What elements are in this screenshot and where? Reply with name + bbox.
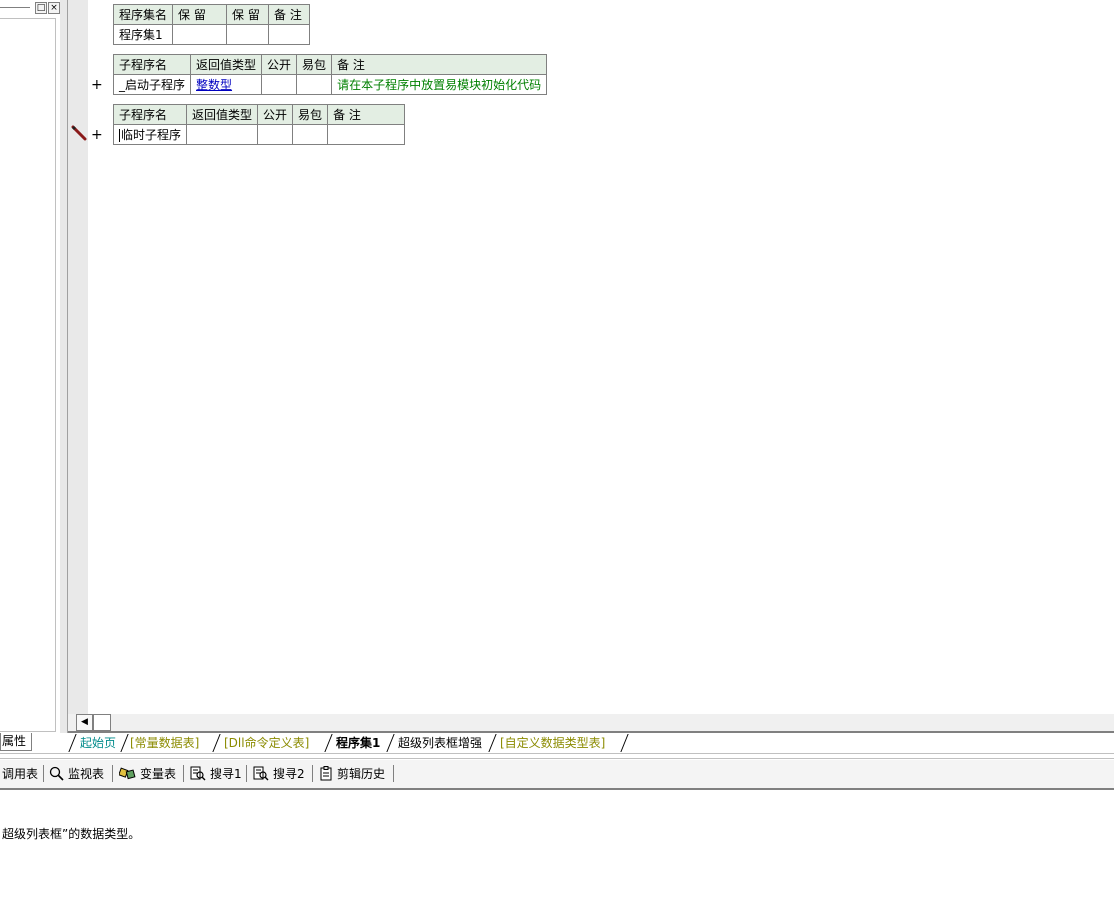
toolbar-label: 调用表 (2, 767, 39, 781)
call-table-button[interactable]: 调用表 (2, 765, 38, 783)
edit-pencil-icon (71, 125, 87, 141)
subroutine-table-2: 子程序名 返回值类型 公开 易包 备 注 临时子程序 (112, 104, 406, 145)
divider (0, 788, 1114, 790)
clip-history-button[interactable]: 剪辑历史 (320, 765, 385, 783)
toolbar-label: 搜寻2 (273, 767, 305, 781)
expand-icon[interactable]: + (91, 78, 103, 92)
reserved-cell[interactable] (226, 24, 270, 45)
search-doc-icon (253, 766, 269, 781)
horizontal-scrollbar[interactable] (68, 714, 1114, 731)
variables-icon (119, 767, 136, 780)
toolbar-separator (112, 765, 113, 782)
search2-button[interactable]: 搜寻2 (253, 765, 305, 783)
program-set-table: 程序集名 保 留 保 留 备 注 程序集1 (112, 4, 311, 45)
variable-table-button[interactable]: 变量表 (119, 765, 176, 783)
left-panel-list[interactable] (0, 18, 56, 732)
header-cell: 备 注 (327, 104, 406, 125)
header-cell: 返回值类型 (190, 54, 263, 75)
header-cell: 子程序名 (112, 54, 192, 75)
return-type-cell[interactable]: 整数型 (190, 74, 263, 95)
header-cell: 公开 (257, 104, 294, 125)
header-cell: 备 注 (331, 54, 548, 75)
toolbar-label: 剪辑历史 (337, 767, 386, 781)
header-cell: 易包 (292, 104, 329, 125)
tab-dll-commands[interactable]: [Dll命令定义表] (224, 735, 309, 751)
tab-custom-types[interactable]: [自定义数据类型表] (500, 735, 605, 751)
toolbar-label: 监视表 (68, 767, 105, 781)
restore-window-button[interactable]: □ (35, 2, 47, 14)
tab-properties[interactable]: 属性 (0, 733, 32, 751)
magnifier-icon (49, 766, 64, 781)
toolbar-separator (183, 765, 184, 782)
text-cursor (119, 128, 120, 142)
watch-table-button[interactable]: 监视表 (49, 765, 104, 783)
tab-program-set-1[interactable]: 程序集1 (336, 735, 380, 751)
header-cell: 子程序名 (112, 104, 188, 125)
divider (0, 758, 1114, 759)
public-cell[interactable] (257, 124, 294, 145)
toolbar-separator (43, 765, 44, 782)
close-panel-button[interactable]: × (48, 2, 60, 14)
header-cell: 公开 (261, 54, 298, 75)
search-doc-icon (190, 766, 206, 781)
header-cell: 备 注 (268, 4, 311, 25)
program-set-name-cell[interactable]: 程序集1 (112, 24, 174, 45)
header-cell: 程序集名 (112, 4, 174, 25)
scroll-thumb[interactable] (93, 714, 111, 731)
subroutine-name-text: 临时子程序 (121, 127, 182, 142)
toolbar-separator (246, 765, 247, 782)
tab-start-page[interactable]: 起始页 (80, 735, 116, 751)
header-cell: 易包 (296, 54, 333, 75)
header-cell: 保 留 (226, 4, 270, 25)
toolbar-label: 搜寻1 (210, 767, 242, 781)
comment-cell[interactable] (268, 24, 311, 45)
search1-button[interactable]: 搜寻1 (190, 765, 242, 783)
header-cell: 保 留 (172, 4, 228, 25)
editor-gutter (68, 0, 88, 714)
return-type-cell[interactable] (186, 124, 259, 145)
epkg-cell[interactable] (292, 124, 329, 145)
subroutine-table-1: 子程序名 返回值类型 公开 易包 备 注 _启动子程序 整数型 请在本子程序中放… (112, 54, 548, 95)
epkg-cell[interactable] (296, 74, 333, 95)
scroll-left-button[interactable]: ◀ (76, 714, 93, 731)
header-cell: 返回值类型 (186, 104, 259, 125)
subroutine-name-cell[interactable]: _启动子程序 (112, 74, 192, 95)
subroutine-name-cell[interactable]: 临时子程序 (112, 124, 188, 145)
tab-super-listbox[interactable]: 超级列表框增强 (398, 735, 482, 751)
expand-icon[interactable]: + (91, 128, 103, 142)
reserved-cell[interactable] (172, 24, 228, 45)
return-type-link[interactable]: 整数型 (196, 78, 232, 92)
toolbar-label: 变量表 (140, 767, 177, 781)
panel-splitter[interactable] (60, 0, 68, 735)
comment-cell[interactable]: 请在本子程序中放置易模块初始化代码 (331, 74, 548, 95)
public-cell[interactable] (261, 74, 298, 95)
output-text: 超级列表框”的数据类型。 (2, 827, 141, 841)
left-panel-title-line (0, 7, 30, 8)
tab-constants[interactable]: [常量数据表] (130, 735, 199, 751)
toolbar-separator (312, 765, 313, 782)
toolbar-separator (393, 765, 394, 782)
comment-cell[interactable] (327, 124, 406, 145)
clipboard-icon (320, 766, 332, 781)
